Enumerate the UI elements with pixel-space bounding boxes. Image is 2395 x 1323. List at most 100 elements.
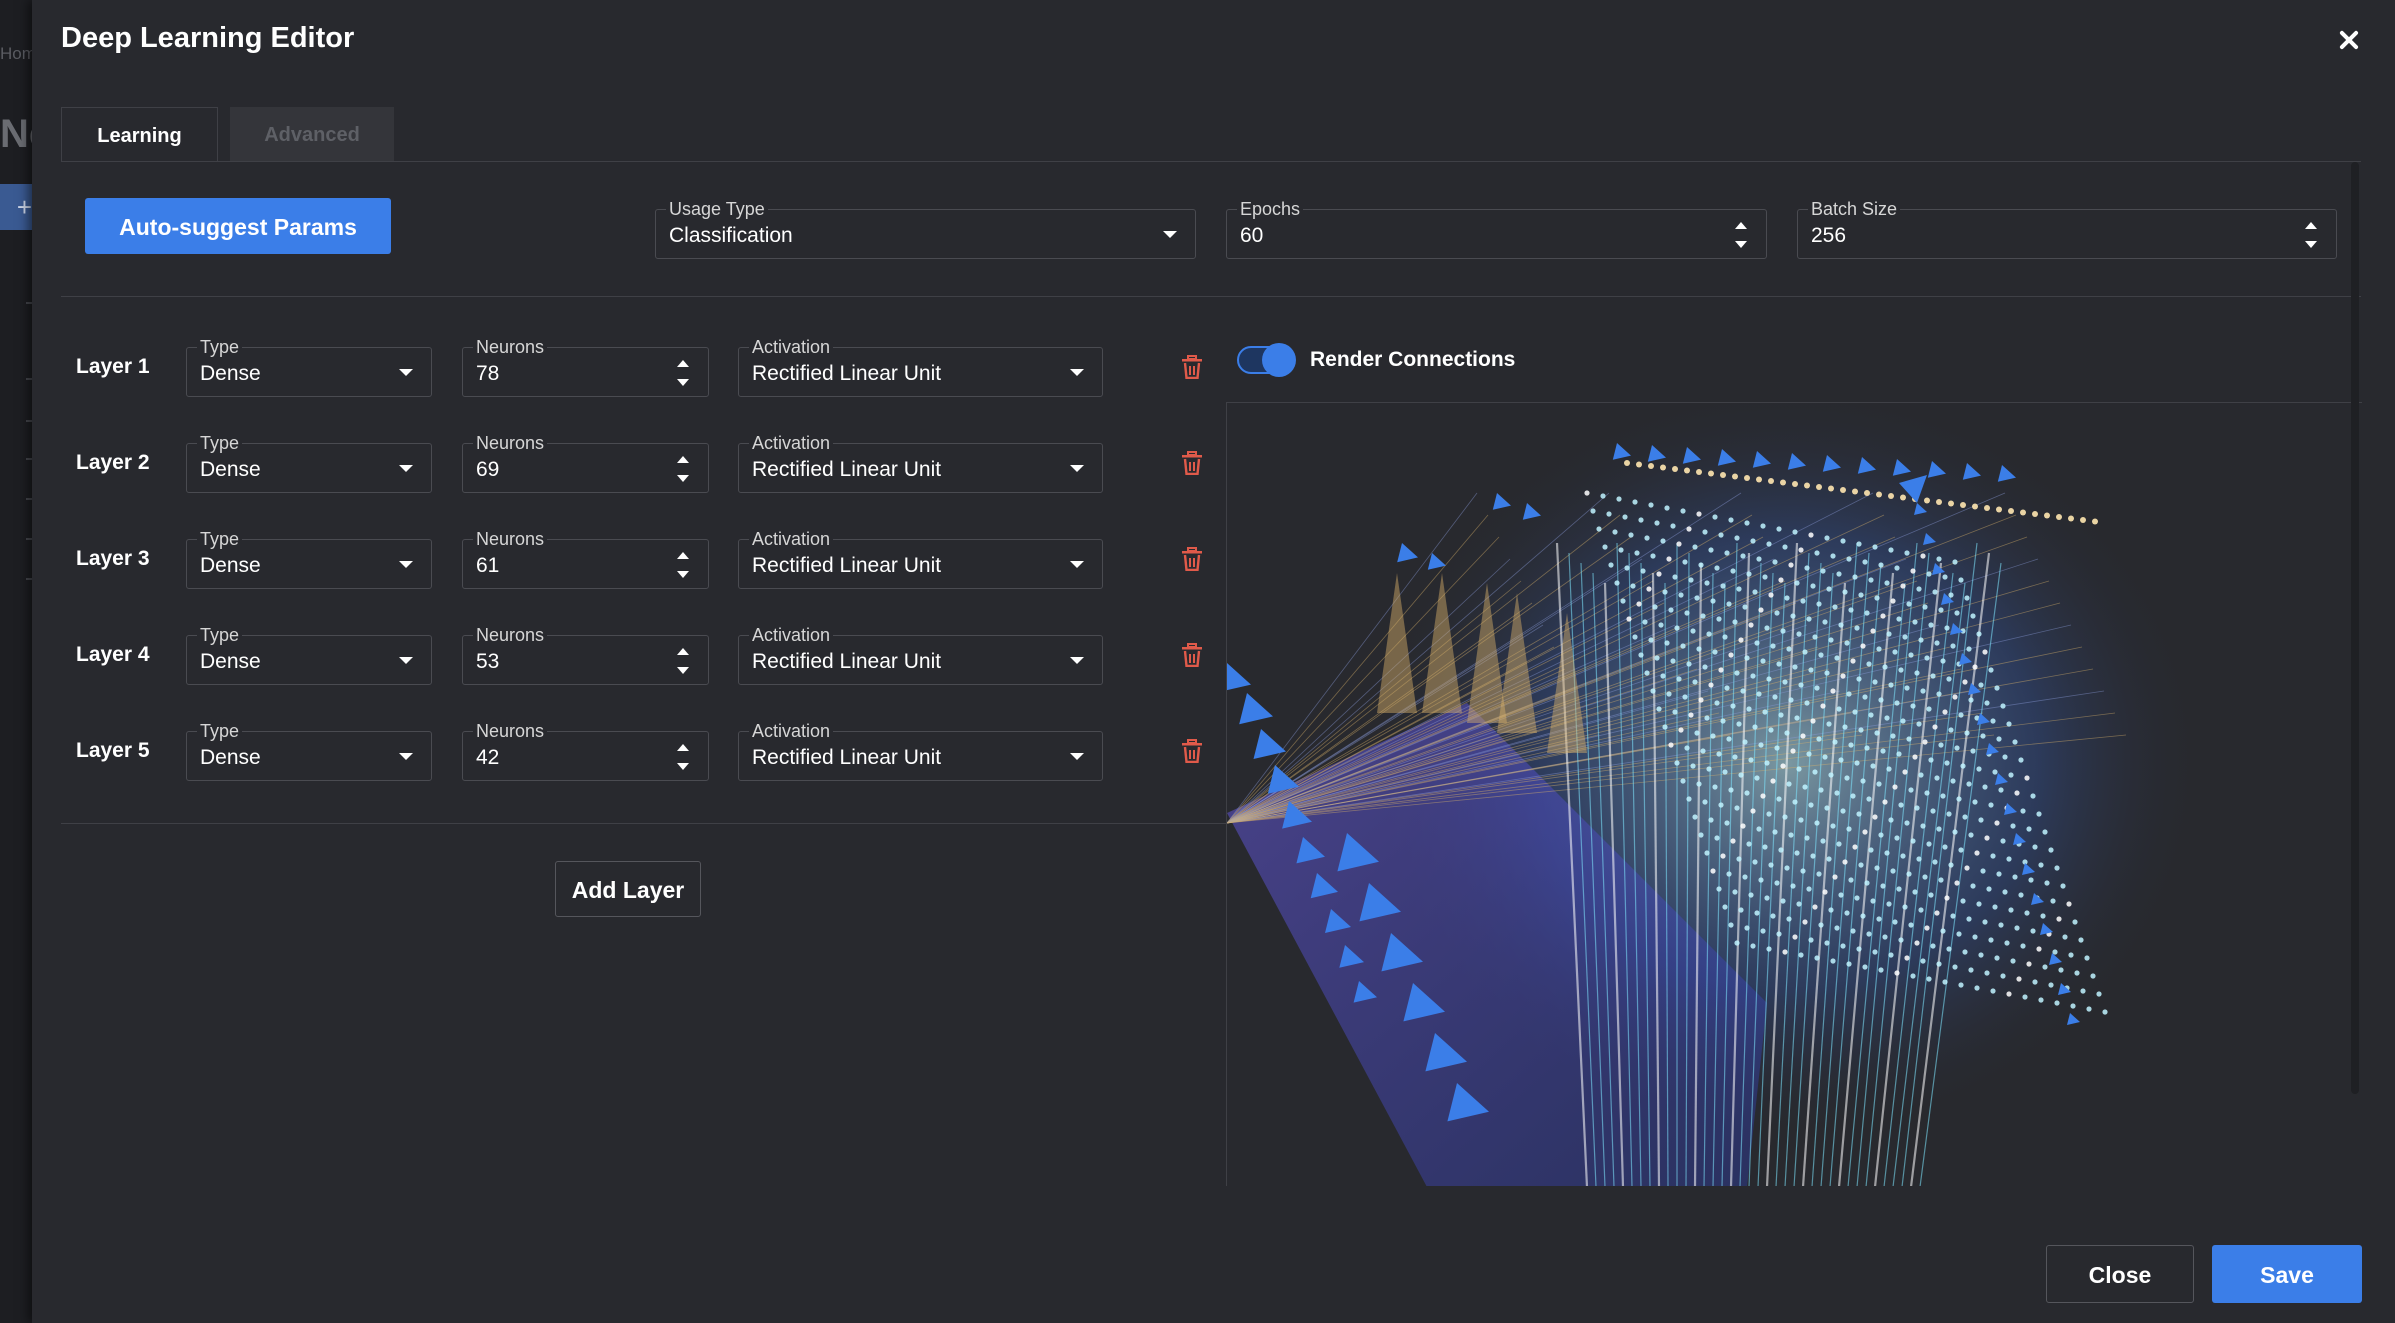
- neuron-dot: [1882, 934, 1888, 940]
- layer-activation-select[interactable]: Activation Rectified Linear Unit: [738, 721, 1103, 781]
- dropdown-caret-icon: [1070, 465, 1084, 472]
- layer-type-select[interactable]: Type Dense: [186, 721, 432, 781]
- neuron-dot: [2030, 793, 2036, 799]
- spinner-down-icon[interactable]: [1735, 241, 1747, 248]
- spinner-up-icon[interactable]: [677, 360, 689, 367]
- neuron-dot: [1696, 781, 1702, 787]
- neuron-dot: [1844, 640, 1850, 646]
- epochs-input[interactable]: Epochs 60: [1226, 199, 1767, 259]
- neuron-dot: [1944, 895, 1950, 901]
- layer-activation-select[interactable]: Activation Rectified Linear Unit: [738, 529, 1103, 589]
- neuron-dot: [1720, 718, 1726, 724]
- layer-activation-select[interactable]: Activation Rectified Linear Unit: [738, 337, 1103, 397]
- spinner-down-icon[interactable]: [677, 763, 689, 770]
- neuron-dot: [1680, 508, 1686, 514]
- neuron-dot: [1912, 889, 1918, 895]
- neuron-dot: [1936, 691, 1942, 697]
- neuron-dot: [1820, 568, 1826, 574]
- layer-type-value: Dense: [200, 554, 261, 577]
- neuron-dot: [1900, 494, 1906, 501]
- tab-learning[interactable]: Learning: [61, 107, 218, 161]
- network-visualization[interactable]: [1226, 402, 2362, 1186]
- layer-neurons-input[interactable]: Neurons 78: [462, 337, 709, 397]
- neuron-dot: [1888, 952, 1894, 958]
- tab-advanced[interactable]: Advanced: [230, 107, 394, 161]
- spinner-up-icon[interactable]: [677, 456, 689, 463]
- layer-type-select[interactable]: Type Dense: [186, 625, 432, 685]
- close-icon[interactable]: [2329, 20, 2369, 60]
- neuron-dot: [1936, 556, 1942, 562]
- trash-icon[interactable]: [1181, 739, 1203, 763]
- layer-neurons-input[interactable]: Neurons 61: [462, 529, 709, 589]
- neuron-dot: [1690, 763, 1696, 769]
- spinner-up-icon[interactable]: [677, 744, 689, 751]
- trash-icon[interactable]: [1181, 451, 1203, 475]
- layer-activation-select[interactable]: Activation Rectified Linear Unit: [738, 433, 1103, 493]
- neuron-dot: [1982, 919, 1988, 925]
- neuron-dot: [1826, 856, 1832, 862]
- neuron-dot: [1670, 658, 1676, 664]
- neuron-dot: [1600, 493, 1606, 499]
- close-button[interactable]: Close: [2046, 1245, 2194, 1303]
- trash-icon[interactable]: [1181, 547, 1203, 571]
- neuron-dot: [1922, 604, 1928, 610]
- neuron-dot: [2000, 838, 2006, 844]
- add-layer-button[interactable]: Add Layer: [555, 861, 701, 917]
- neuron-dot: [1776, 796, 1782, 802]
- neuron-dot: [1744, 475, 1750, 481]
- neuron-dot: [1846, 691, 1852, 697]
- tab-divider: [61, 161, 2361, 162]
- layer-neurons-input[interactable]: Neurons 53: [462, 625, 709, 685]
- batch-size-value: 256: [1811, 224, 1847, 247]
- spinner-up-icon[interactable]: [677, 552, 689, 559]
- spinner-down-icon[interactable]: [677, 571, 689, 578]
- trash-icon[interactable]: [1181, 643, 1203, 667]
- neuron-dot: [1982, 784, 1988, 790]
- neuron-dot: [1934, 775, 1940, 781]
- auto-suggest-params-button[interactable]: Auto-suggest Params: [85, 198, 391, 254]
- neuron-dot: [1896, 751, 1902, 757]
- neuron-dot: [2036, 946, 2042, 952]
- neuron-dot: [1774, 610, 1780, 616]
- neuron-dot: [1714, 835, 1720, 841]
- trash-icon[interactable]: [1181, 355, 1203, 379]
- layer-type-select[interactable]: Type Dense: [186, 433, 432, 493]
- spinner-up-icon[interactable]: [1735, 222, 1747, 229]
- neuron-dot: [1742, 739, 1748, 745]
- layer-type-select[interactable]: Type Dense: [186, 337, 432, 397]
- layer-activation-value: Rectified Linear Unit: [752, 650, 942, 673]
- neuron-dot: [1788, 832, 1794, 838]
- render-connections-toggle[interactable]: [1233, 340, 1299, 380]
- neuron-dot: [1704, 850, 1710, 856]
- neuron-dot: [1780, 763, 1786, 769]
- neuron-dot: [1686, 526, 1692, 532]
- layer-neurons-input[interactable]: Neurons 42: [462, 721, 709, 781]
- neuron-dot: [1974, 850, 1980, 856]
- neuron-dot: [2038, 997, 2044, 1003]
- layer-type-select[interactable]: Type Dense: [186, 529, 432, 589]
- neuron-dot: [1840, 943, 1846, 949]
- spinner-up-icon[interactable]: [2305, 222, 2317, 229]
- spinner-down-icon[interactable]: [2305, 241, 2317, 248]
- neuron-dot: [1630, 583, 1636, 589]
- spinner-down-icon[interactable]: [677, 667, 689, 674]
- spinner-up-icon[interactable]: [677, 648, 689, 655]
- batch-size-input[interactable]: Batch Size 256: [1797, 199, 2337, 259]
- usage-type-select[interactable]: Usage Type Classification: [655, 199, 1196, 259]
- spinner-down-icon[interactable]: [677, 379, 689, 386]
- neuron-dot: [1716, 886, 1722, 892]
- neuron-dot: [1988, 802, 1994, 808]
- background-page: Hom Ne +: [0, 0, 32, 1323]
- neuron-dot: [1840, 487, 1846, 493]
- layer-neurons-input[interactable]: Neurons 69: [462, 433, 709, 493]
- neuron-dot: [1722, 634, 1728, 640]
- neuron-dot: [1876, 781, 1882, 787]
- neuron-dot: [1972, 503, 1978, 510]
- neuron-dot: [1794, 850, 1800, 856]
- scrollbar[interactable]: [2351, 162, 2359, 1094]
- layer-type-value: Dense: [200, 458, 261, 481]
- neuron-dot: [2024, 775, 2030, 781]
- layer-activation-select[interactable]: Activation Rectified Linear Unit: [738, 625, 1103, 685]
- save-button[interactable]: Save: [2212, 1245, 2362, 1303]
- spinner-down-icon[interactable]: [677, 475, 689, 482]
